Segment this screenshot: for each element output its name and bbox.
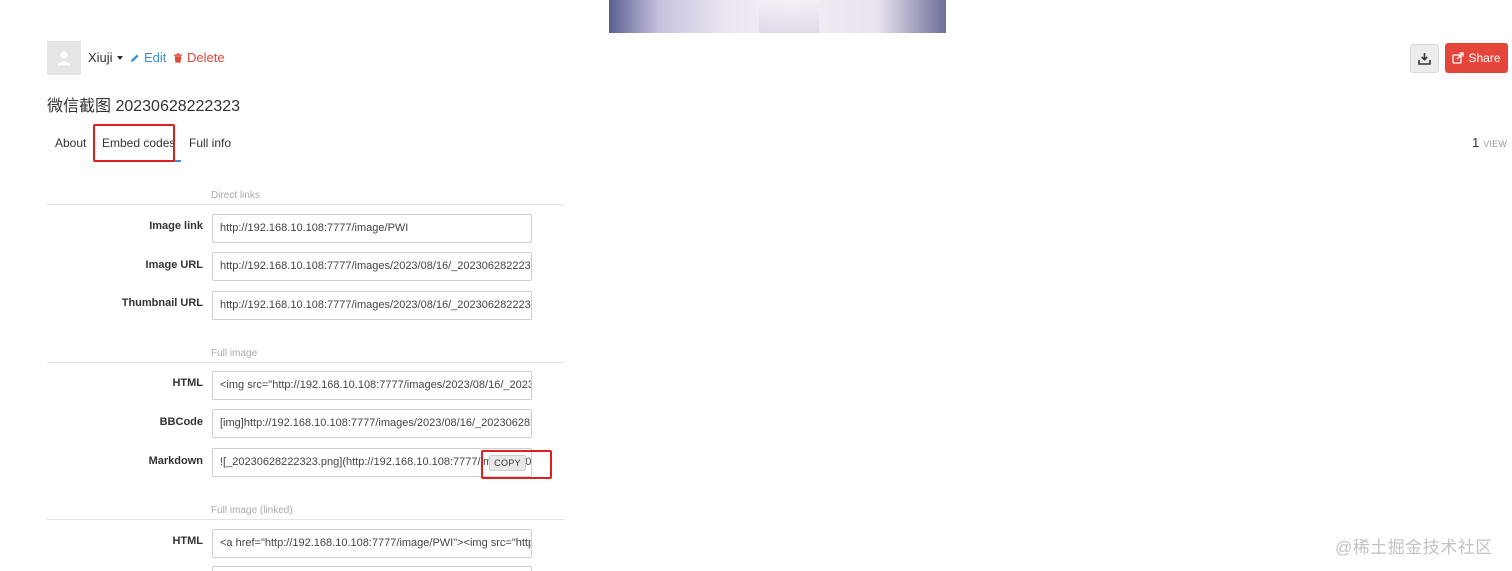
download-button[interactable] <box>1410 44 1439 73</box>
watermark: @稀土掘金技术社区 <box>1335 538 1493 557</box>
share-button[interactable]: Share <box>1445 43 1508 73</box>
divider <box>47 204 564 205</box>
share-icon <box>1452 52 1465 64</box>
field-label-linked-html: HTML <box>172 535 203 547</box>
avatar[interactable] <box>47 41 81 75</box>
section-title-direct-links: Direct links <box>211 190 260 201</box>
user-icon <box>57 51 71 66</box>
tab-full-info[interactable]: Full info <box>189 136 231 150</box>
divider <box>47 519 564 520</box>
field-label-image-url: Image URL <box>145 259 203 271</box>
section-title-full-image: Full image <box>211 348 258 359</box>
highlight-box-copy <box>481 450 552 479</box>
bbcode-embed-input[interactable]: [img]http://192.168.10.108:7777/images/2… <box>212 409 532 438</box>
highlight-box-tab <box>93 124 175 162</box>
delete-link[interactable]: Delete <box>173 50 225 65</box>
section-title-full-image-linked: Full image (linked) <box>211 505 293 516</box>
divider <box>47 362 564 363</box>
edit-label: Edit <box>144 50 167 65</box>
page-title: 微信截图 20230628222323 <box>47 98 241 115</box>
image-url-input[interactable]: http://192.168.10.108:7777/images/2023/0… <box>212 252 532 281</box>
caret-down-icon <box>116 56 123 60</box>
user-name: Xiuji <box>88 50 113 65</box>
next-embed-input-partial[interactable] <box>212 566 532 571</box>
field-label-thumbnail-url: Thumbnail URL <box>121 297 203 309</box>
field-label-markdown: Markdown <box>148 455 203 467</box>
share-label: Share <box>1468 51 1501 65</box>
thumbnail-url-input[interactable]: http://192.168.10.108:7777/images/2023/0… <box>212 291 532 320</box>
trash-icon <box>174 52 182 63</box>
field-label-bbcode: BBCode <box>159 416 203 428</box>
user-menu[interactable]: Xiuji <box>88 50 123 65</box>
field-label-image-link: Image link <box>149 220 203 232</box>
download-icon <box>1418 53 1431 65</box>
field-label-html: HTML <box>172 377 203 389</box>
edit-link[interactable]: Edit <box>130 50 166 65</box>
linked-html-embed-input[interactable]: <a href="http://192.168.10.108:7777/imag… <box>212 529 532 558</box>
pencil-icon <box>131 54 139 62</box>
delete-label: Delete <box>187 50 225 65</box>
view-label: VIEW <box>1483 139 1508 149</box>
image-preview-strip[interactable] <box>609 0 946 33</box>
view-count: 1 <box>1472 135 1480 150</box>
image-link-input[interactable]: http://192.168.10.108:7777/image/PWI <box>212 214 532 243</box>
html-embed-input[interactable]: <img src="http://192.168.10.108:7777/ima… <box>212 371 532 400</box>
tab-about[interactable]: About <box>55 136 86 150</box>
view-counter: 1 VIEW <box>1472 135 1507 150</box>
